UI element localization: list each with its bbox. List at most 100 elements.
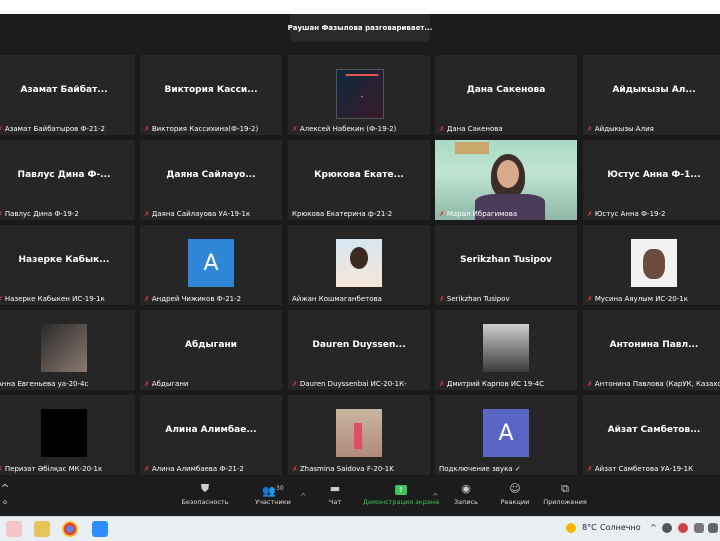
participant-name: Zhasmina Saidova F-20-1K	[299, 465, 394, 473]
participant-name-display: Алина Алимбае...	[165, 425, 257, 435]
mic-muted-icon: ✗	[0, 295, 3, 303]
participant-tile[interactable]: ✗ Марал Ибрагимова	[435, 140, 577, 220]
participant-name: Dauren Duyssenbai ИС-20-1К-	[299, 380, 407, 388]
participant-tile[interactable]: Антонина Павл... ✗ Антонина Павлова (КарУК…	[583, 310, 720, 390]
mic-muted-icon: ✗	[144, 295, 150, 303]
participant-photo	[336, 239, 382, 287]
participant-label: ✗ Алина Алимбаева Ф-21-2	[144, 465, 280, 473]
participant-tile[interactable]: Айдыкызы Ал... ✗ Айдыкызы Алия	[583, 55, 720, 135]
participant-label: ✗ Алексей Набекин (Ф-19-2)	[292, 125, 428, 133]
participant-tile[interactable]: ✗ Дмитрий Карпов ИС 19-4С	[435, 310, 577, 390]
network-icon[interactable]	[694, 523, 704, 533]
participant-name: Анна Евгеньева уа-20-4с	[0, 380, 89, 388]
participant-tile[interactable]: Анна Евгеньева уа-20-4с	[0, 310, 135, 390]
participant-name: Павлус Дина Ф-19-2	[4, 210, 79, 218]
participant-photo	[336, 69, 384, 119]
participant-name: Алина Алимбаева Ф-21-2	[151, 465, 244, 473]
participant-label: ✗Назерке Кабыкен ИС-19-1к	[0, 295, 133, 303]
participant-label: ✗ Виктория Кассихина(Ф-19-2)	[144, 125, 280, 133]
participant-tile[interactable]: Назерке Кабык... ✗Назерке Кабыкен ИС-19-1…	[0, 225, 135, 305]
participant-name-display: Виктория Касси...	[164, 85, 258, 95]
chat-icon: ▬	[329, 482, 341, 495]
participant-label: ✗ Serikzhan Tusipov	[439, 295, 575, 303]
avatar: A	[483, 409, 529, 457]
participant-name-display: Dauren Duyssen...	[312, 340, 406, 350]
participant-tile[interactable]: ✗ Мусина Аяулым ИС-20-1к	[583, 225, 720, 305]
participant-label: ✗ Абдыгани	[144, 380, 280, 388]
participant-tile[interactable]: ✗ Алексей Набекин (Ф-19-2)	[288, 55, 430, 135]
participant-name: Абдыгани	[151, 380, 189, 388]
people-icon: 👥30	[262, 484, 284, 498]
mic-muted-icon: ✗	[144, 465, 150, 473]
participant-tile[interactable]: Павлус Дина Ф-... ✗Павлус Дина Ф-19-2	[0, 140, 135, 220]
chrome-icon[interactable]	[62, 521, 78, 537]
share-screen-button[interactable]: ↑ Демонстрация экрана	[362, 480, 440, 506]
participant-label: ✗ Даяна Сайлауова УА-19-1к	[144, 210, 280, 218]
participant-photo	[41, 409, 87, 457]
participant-name: Марал Ибрагимова	[446, 210, 518, 218]
participant-tile[interactable]: ✗ Zhasmina Saidova F-20-1K	[288, 395, 430, 475]
participant-tile[interactable]: A Подключение звука ✓	[435, 395, 577, 475]
apps-button[interactable]: ⧉ Приложения	[530, 480, 600, 506]
participant-tile[interactable]: Даяна Сайлауо... ✗ Даяна Сайлауова УА-19-1…	[140, 140, 282, 220]
gallery-grid: Азамат Байбат... ✗ Азамат Байбатыров Ф-21-…	[0, 54, 720, 476]
folder-icon[interactable]	[34, 521, 50, 537]
participant-label: Крюкова Екатерина ф-21-2	[292, 210, 428, 218]
participant-tile[interactable]: Алина Алимбае... ✗ Алина Алимбаева Ф-21-2	[140, 395, 282, 475]
taskbar-app-icon[interactable]	[6, 521, 22, 537]
participant-video	[435, 140, 577, 220]
participant-tile[interactable]: Виктория Касси... ✗ Виктория Кассихина(Ф-1…	[140, 55, 282, 135]
participant-tile[interactable]: Абдыгани ✗ Абдыгани	[140, 310, 282, 390]
participant-name: Подключение звука ✓	[439, 465, 521, 473]
participant-tile[interactable]: Айзат Самбетов... ✗ Айзат Самбетова УА-19-…	[583, 395, 720, 475]
participant-label: ✗Перизат Әбілқас МК-20-1к	[0, 465, 133, 473]
mic-muted-icon: ✗	[292, 380, 298, 388]
participant-name-display: Азамат Байбат...	[20, 85, 108, 95]
share-screen-icon: ↑	[362, 480, 440, 498]
participant-tile[interactable]: ✗Перизат Әбілқас МК-20-1к	[0, 395, 135, 475]
participant-label: Айжан Кошмаганбетова	[292, 295, 428, 303]
tray-icon[interactable]	[662, 523, 672, 533]
mic-muted-icon: ✗	[292, 465, 298, 473]
participant-name: Виктория Кассихина(Ф-19-2)	[151, 125, 259, 133]
mic-muted-icon: ✗	[439, 125, 445, 133]
participant-tile[interactable]: Айжан Кошмаганбетова	[288, 225, 430, 305]
participant-photo	[41, 324, 87, 372]
chat-button[interactable]: ▬ Чат	[300, 480, 370, 506]
tray-icon[interactable]	[678, 523, 688, 533]
participant-name-display: Айдыкызы Ал...	[612, 85, 696, 95]
mic-muted-icon: ✗	[144, 210, 150, 218]
participant-tile[interactable]: Крюкова Екате... Крюкова Екатерина ф-21-2	[288, 140, 430, 220]
weather-label[interactable]: Солнечно	[600, 523, 641, 532]
participant-tile[interactable]: Дана Сакенова ✗ Дана Сакенова	[435, 55, 577, 135]
participant-tile[interactable]: Азамат Байбат... ✗Азамат Байбатыров Ф-21-…	[0, 55, 135, 135]
participant-label: ✗ Мусина Аяулым ИС-20-1к	[587, 295, 720, 303]
participant-tile[interactable]: A ✗ Андрей Чижиков Ф-21-2	[140, 225, 282, 305]
participant-tile[interactable]: Serikzhan Tusipov ✗ Serikzhan Tusipov	[435, 225, 577, 305]
chevron-up-icon: ^	[0, 482, 10, 495]
participant-name: Дмитрий Карпов ИС 19-4С	[446, 380, 545, 388]
participant-name: Назерке Кабыкен ИС-19-1к	[4, 295, 105, 303]
mic-muted-icon: ✗	[587, 210, 593, 218]
participant-tile[interactable]: Юстус Анна Ф-1... ✗ Юстус Анна Ф-19-2	[583, 140, 720, 220]
participant-label: ✗ Дана Сакенова	[439, 125, 575, 133]
zoom-icon[interactable]	[92, 521, 108, 537]
participant-name-display: Юстус Анна Ф-1...	[607, 170, 701, 180]
participant-name-display: Даяна Сайлауо...	[166, 170, 256, 180]
participant-name-display: Абдыгани	[185, 340, 237, 350]
participant-name: Дана Сакенова	[446, 125, 503, 133]
security-button[interactable]: ⛊ Безопасность	[170, 480, 240, 506]
participant-name: Serikzhan Tusipov	[446, 295, 510, 303]
participant-name: Азамат Байбатыров Ф-21-2	[4, 125, 105, 133]
temperature: 8°C	[582, 523, 597, 532]
mute-button[interactable]: ^ о	[0, 480, 40, 506]
participant-name: Айдыкызы Алия	[594, 125, 654, 133]
participants-button[interactable]: 👥30 Участники	[238, 480, 308, 506]
volume-icon[interactable]	[708, 523, 718, 533]
participant-tile[interactable]: Dauren Duyssen... ✗ Dauren Duyssenbai ИС-2…	[288, 310, 430, 390]
participant-label: ✗ Zhasmina Saidova F-20-1K	[292, 465, 428, 473]
participant-label: ✗ Антонина Павлова (КарУК, Казахс	[587, 380, 720, 388]
tray-expand-icon[interactable]: ^	[650, 523, 657, 532]
participant-name: Андрей Чижиков Ф-21-2	[151, 295, 242, 303]
mic-muted-icon: ✗	[0, 210, 3, 218]
